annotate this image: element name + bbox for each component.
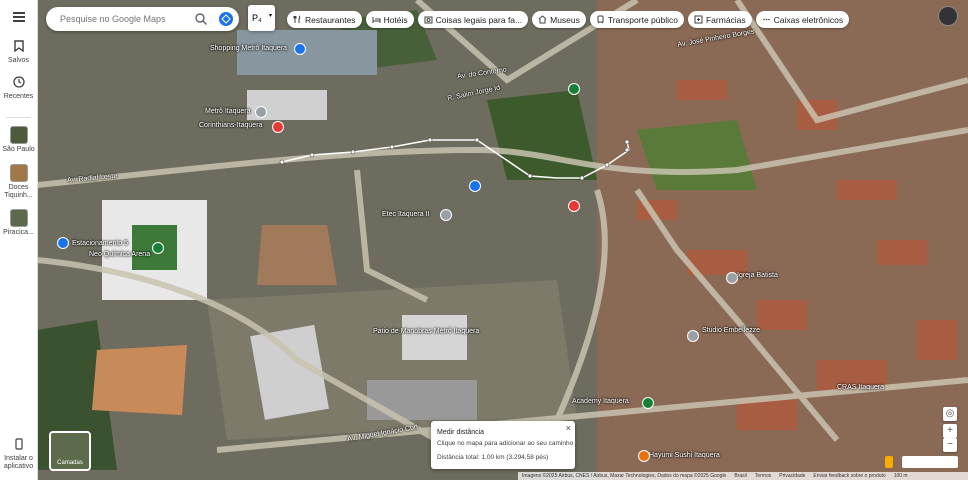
close-icon[interactable]: × <box>566 423 571 433</box>
train-station-icon[interactable] <box>272 121 284 133</box>
zoom-out-button[interactable]: − <box>943 438 957 452</box>
chip-atms[interactable]: Caixas eletrônicos <box>755 11 850 28</box>
terms-link[interactable]: Termos <box>755 473 771 479</box>
place-label: Piracica... <box>3 229 34 236</box>
search-icon[interactable] <box>194 12 208 26</box>
chip-label: Caixas eletrônicos <box>773 14 844 25</box>
map-label-academy[interactable]: Academy Itaquera <box>572 398 629 405</box>
feedback-link[interactable]: Enviar feedback sobre o produto <box>813 473 885 479</box>
gym-pin-icon[interactable] <box>642 397 654 409</box>
chip-label: Transporte público <box>607 14 678 25</box>
map-label-studio[interactable]: Studio Embellezze <box>702 327 760 334</box>
recent-button[interactable]: Recentes <box>0 76 37 101</box>
privacy-link[interactable]: Privacidade <box>779 473 805 479</box>
chip-label: Coisas legais para fa... <box>435 14 523 25</box>
phone-icon <box>14 438 23 450</box>
map-label-patio[interactable]: Pátio de Manobras Metrô Itaquera <box>373 328 479 335</box>
place-label: Doces Tiquinh... <box>4 184 33 199</box>
map-label-sushi[interactable]: Hayumi Sushi Itaquera <box>649 452 720 459</box>
map-label-etec[interactable]: Etec Itaquera II <box>382 211 429 218</box>
place-thumbnail <box>9 126 28 144</box>
map-label-neo-quimica[interactable]: Neo Química Arena <box>89 251 150 258</box>
restaurant-pin-icon[interactable] <box>568 200 580 212</box>
account-avatar[interactable] <box>938 6 958 26</box>
map-label-estacionamento[interactable]: Estacionamento 5 <box>72 240 128 247</box>
category-chips: Restaurantes Hotéis Coisas legais para f… <box>287 11 850 28</box>
chip-restaurants[interactable]: Restaurantes <box>287 11 362 28</box>
pharmacy-icon <box>694 15 703 24</box>
store-pin-icon[interactable] <box>687 330 699 342</box>
restaurant-pin-icon[interactable] <box>638 450 650 462</box>
saved-label: Salvos <box>7 57 29 64</box>
layers-label: Camadas <box>57 460 83 466</box>
recent-place-sao-paulo[interactable]: São Paulo <box>0 126 37 154</box>
train-icon <box>596 15 605 24</box>
attribution-footer: Imagens ©2025 Airbus, CNES / Airbus, Max… <box>518 472 968 480</box>
directions-icon[interactable] <box>219 12 233 26</box>
chip-label: Farmácias <box>705 14 746 25</box>
measure-title: Medir distância <box>437 429 485 436</box>
shopping-pin-icon[interactable] <box>294 43 306 55</box>
fork-knife-icon <box>293 15 302 24</box>
layer-abbr: P₄ <box>252 13 262 23</box>
place-label: São Paulo <box>2 146 35 153</box>
chip-things-to-do[interactable]: Coisas legais para fa... <box>417 11 529 28</box>
install-app-button[interactable]: Instalar o aplicativo <box>0 438 37 471</box>
measure-distance-card: Medir distância Clique no mapa para adic… <box>431 421 575 469</box>
country-link[interactable]: Brasil <box>734 473 747 479</box>
menu-icon[interactable] <box>0 10 37 28</box>
imagery-credit: Imagens ©2025 Airbus, CNES / Airbus, Max… <box>522 473 727 479</box>
chip-label: Restaurantes <box>305 14 356 25</box>
chip-pharmacies[interactable]: Farmácias <box>687 11 752 28</box>
metro-pin-icon[interactable] <box>255 106 267 118</box>
chip-hotels[interactable]: Hotéis <box>365 11 414 28</box>
map-label-corinthians[interactable]: Corinthians-Itaquera <box>199 122 262 129</box>
recent-label: Recentes <box>3 93 34 100</box>
install-app-label: Instalar o aplicativo <box>3 455 34 470</box>
school-pin-icon[interactable] <box>440 209 452 221</box>
pegman-icon[interactable] <box>885 456 893 468</box>
map-label-igreja[interactable]: Igreja Batista <box>737 272 778 279</box>
zoom-in-button[interactable]: + <box>943 424 957 438</box>
imagery-toggle[interactable] <box>902 456 958 468</box>
search-input[interactable] <box>58 13 182 25</box>
park-pin-icon[interactable] <box>568 83 580 95</box>
recent-place-doces[interactable]: Doces Tiquinh... <box>0 164 37 200</box>
atm-icon <box>762 15 771 24</box>
my-location-icon[interactable]: ◎ <box>943 407 957 421</box>
left-rail: Salvos Recentes São Paulo Doces Tiquinh.… <box>0 0 38 480</box>
measure-hint: Clique no mapa para adicionar ao seu cam… <box>437 440 574 447</box>
history-icon <box>12 76 25 88</box>
map-label-shopping[interactable]: Shopping Metrô Itaquera <box>210 45 287 52</box>
place-thumbnail <box>9 164 28 182</box>
profile-switch-button[interactable]: P₄ ▾ <box>248 5 275 31</box>
bed-icon <box>372 15 381 24</box>
map-label-metro-itaquera[interactable]: Metrô Itaquera <box>205 108 251 115</box>
chip-museums[interactable]: Museus <box>532 11 586 28</box>
recent-place-piracicaba[interactable]: Piracica... <box>0 209 37 237</box>
bookmark-icon <box>13 40 24 53</box>
chevron-down-icon: ▾ <box>268 13 272 19</box>
place-thumbnail <box>9 209 28 227</box>
chip-label: Hotéis <box>383 14 408 25</box>
saved-button[interactable]: Salvos <box>0 40 37 65</box>
search-box <box>46 7 239 31</box>
satellite-map[interactable]: Shopping Metrô Itaquera Metrô Itaquera C… <box>37 0 968 480</box>
museum-icon <box>538 15 547 24</box>
chip-transit[interactable]: Transporte público <box>589 11 684 28</box>
stadium-pin-icon[interactable] <box>152 242 164 254</box>
parking-icon[interactable] <box>57 237 69 249</box>
layers-toggle[interactable]: Camadas <box>49 431 91 471</box>
camera-icon <box>424 15 433 24</box>
map-label-cras[interactable]: CRAS Itaquera <box>837 384 884 391</box>
measure-total: Distância total: 1,00 km (3.294,58 pés) <box>437 454 549 461</box>
scale-bar[interactable]: 100 m <box>894 473 908 479</box>
chip-label: Museus <box>550 14 580 25</box>
parking-icon[interactable] <box>469 180 481 192</box>
